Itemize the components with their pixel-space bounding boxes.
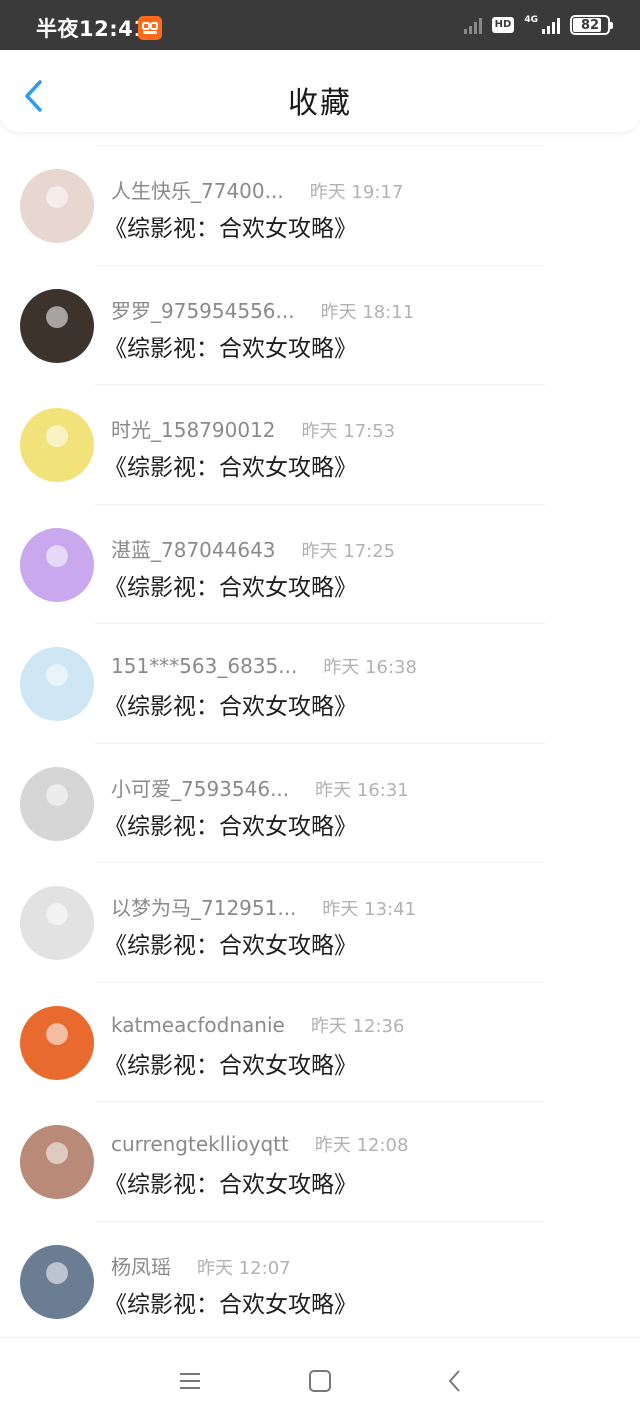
- avatar[interactable]: [20, 1244, 94, 1319]
- user-name: 人生快乐_77400...: [111, 179, 284, 203]
- item-time: 昨天 13:41: [322, 899, 417, 920]
- network-type: 4G: [524, 15, 538, 25]
- item-meta: 罗罗_975954556... 昨天 18:11: [111, 295, 415, 323]
- list-item[interactable]: 以梦为马_712951... 昨天 13:41 《综影视：合欢女攻略》: [0, 862, 640, 982]
- system-back-button[interactable]: [442, 1368, 468, 1394]
- item-title: 《综影视：合欢女攻略》: [104, 335, 357, 362]
- item-meta: 以梦为马_712951... 昨天 13:41: [111, 892, 417, 920]
- item-time: 昨天 12:07: [197, 1257, 291, 1279]
- app-notification-icon: [138, 16, 162, 40]
- page-title: 收藏: [288, 86, 352, 121]
- home-button[interactable]: [307, 1368, 333, 1394]
- status-indicators: HD 4G 82: [463, 14, 613, 36]
- battery-percent: 82: [580, 17, 600, 33]
- item-meta: 人生快乐_77400... 昨天 19:17: [111, 175, 404, 203]
- item-time: 昨天 17:25: [301, 540, 396, 562]
- item-title: 《综影视：合欢女攻略》: [104, 1172, 357, 1198]
- item-title: 《综影视：合欢女攻略》: [104, 813, 357, 840]
- signal-sim2-icon: [463, 16, 482, 34]
- user-name: 湛蓝_787044643: [111, 537, 276, 562]
- avatar[interactable]: [20, 647, 94, 721]
- avatar[interactable]: [20, 408, 94, 482]
- favorites-list: 人生快乐_77400... 昨天 19:17 《综影视：合欢女攻略》 罗罗_97…: [0, 145, 640, 1340]
- list-item[interactable]: 小可爱_7593546... 昨天 16:31 《综影视：合欢女攻略》: [0, 742, 640, 863]
- avatar[interactable]: [20, 886, 94, 960]
- battery-icon: 82: [570, 15, 613, 35]
- user-name: 以梦为马_712951...: [111, 896, 297, 920]
- list-item[interactable]: 杨凤瑶 昨天 12:07 《综影视：合欢女攻略》: [0, 1220, 640, 1341]
- system-nav-bar: [0, 1337, 640, 1422]
- hd-badge: HD: [491, 17, 515, 33]
- status-time: 半夜12:41: [36, 17, 149, 41]
- item-meta: 小可爱_7593546... 昨天 16:31: [111, 773, 409, 801]
- list-item[interactable]: 人生快乐_77400... 昨天 19:17 《综影视：合欢女攻略》: [0, 145, 640, 265]
- item-meta: 时光_158790012 昨天 17:53: [111, 414, 396, 442]
- avatar[interactable]: [20, 1125, 94, 1199]
- header: 收藏: [0, 50, 640, 132]
- user-name: 杨凤瑶: [111, 1254, 171, 1279]
- item-title: 《综影视：合欢女攻略》: [104, 933, 357, 959]
- list-item[interactable]: 151***563_6835... 昨天 16:38 《综影视：合欢女攻略》: [0, 623, 640, 743]
- avatar[interactable]: [20, 766, 94, 841]
- home-square-icon: [309, 1370, 331, 1392]
- user-name: katmeacfodnanie: [111, 1012, 285, 1037]
- avatar[interactable]: [20, 169, 94, 243]
- user-name: currengtekllioyqtt: [111, 1132, 289, 1156]
- menu-button[interactable]: [177, 1368, 203, 1394]
- avatar[interactable]: [20, 1005, 94, 1080]
- avatar[interactable]: [20, 288, 94, 363]
- item-title: 《综影视：合欢女攻略》: [104, 1291, 357, 1318]
- list-item[interactable]: 时光_158790012 昨天 17:53 《综影视：合欢女攻略》: [0, 384, 640, 504]
- item-meta: currengtekllioyqtt 昨天 12:08: [111, 1131, 408, 1157]
- item-title: 《综影视：合欢女攻略》: [104, 574, 357, 601]
- item-title: 《综影视：合欢女攻略》: [104, 455, 357, 481]
- user-name: 罗罗_975954556...: [111, 298, 295, 323]
- avatar[interactable]: [20, 527, 94, 602]
- item-title: 《综影视：合欢女攻略》: [104, 1052, 357, 1079]
- list-item[interactable]: currengtekllioyqtt 昨天 12:08 《综影视：合欢女攻略》: [0, 1101, 640, 1221]
- status-bar: 半夜12:41 HD 4G 82: [0, 0, 640, 50]
- list-item[interactable]: 罗罗_975954556... 昨天 18:11 《综影视：合欢女攻略》: [0, 264, 640, 385]
- user-name: 时光_158790012: [111, 418, 276, 442]
- item-meta: 湛蓝_787044643 昨天 17:25: [111, 534, 396, 562]
- item-meta: 杨凤瑶 昨天 12:07: [111, 1251, 291, 1279]
- item-title: 《综影视：合欢女攻略》: [104, 694, 357, 720]
- item-time: 昨天 16:31: [315, 779, 409, 801]
- list-item[interactable]: katmeacfodnanie 昨天 12:36 《综影视：合欢女攻略》: [0, 981, 640, 1102]
- item-time: 昨天 12:08: [314, 1135, 409, 1156]
- user-name: 151***563_6835...: [111, 654, 298, 678]
- item-time: 昨天 17:53: [301, 421, 396, 442]
- signal-icon: [542, 16, 560, 34]
- user-name: 小可爱_7593546...: [111, 776, 290, 801]
- item-time: 昨天 12:36: [310, 1015, 405, 1037]
- item-time: 昨天 19:17: [309, 182, 404, 203]
- menu-icon: [180, 1373, 200, 1389]
- item-meta: katmeacfodnanie 昨天 12:36: [111, 1012, 404, 1038]
- item-time: 昨天 18:11: [320, 301, 415, 323]
- back-triangle-icon: [449, 1370, 460, 1392]
- item-meta: 151***563_6835... 昨天 16:38: [111, 653, 417, 679]
- item-time: 昨天 16:38: [323, 657, 417, 678]
- list-item[interactable]: 湛蓝_787044643 昨天 17:25 《综影视：合欢女攻略》: [0, 503, 640, 624]
- item-title: 《综影视：合欢女攻略》: [104, 216, 357, 242]
